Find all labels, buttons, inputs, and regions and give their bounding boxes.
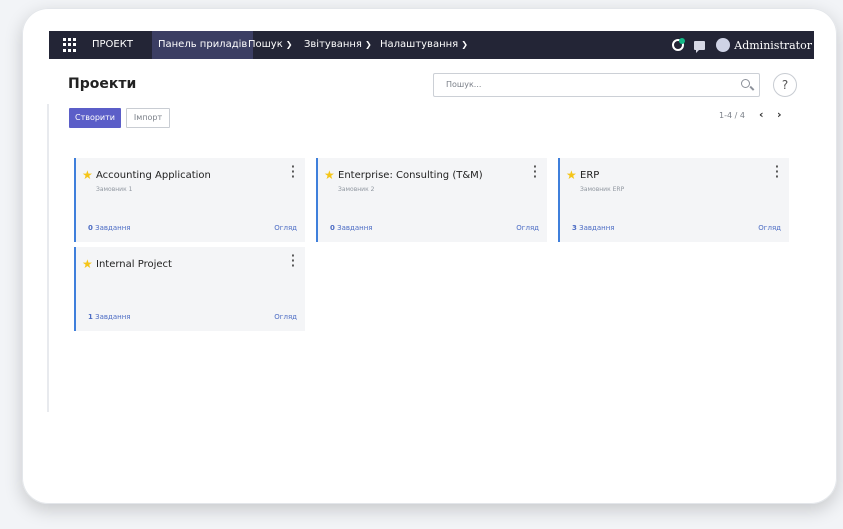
search-icon[interactable] [741,79,750,88]
nav-menu-search[interactable]: Пошук ❯ [248,39,292,50]
pager-value[interactable]: 1-4 / 4 [719,111,745,120]
project-name: Enterprise: Consulting (T&M) [338,170,483,181]
import-button[interactable]: Імпорт [126,108,170,128]
favorite-star-icon[interactable]: ★ [82,168,93,182]
favorite-star-icon[interactable]: ★ [82,257,93,271]
tasks-link[interactable]: 0 Завдання [88,224,131,232]
overview-link[interactable]: Огляд [274,224,297,232]
project-name: Accounting Application [96,170,211,181]
kebab-menu-icon[interactable]: · · · [533,161,537,182]
task-count: 0 [88,224,93,232]
task-label: Завдання [95,313,131,321]
search-placeholder: Пошук... [446,80,482,89]
project-name: Internal Project [96,259,172,270]
project-card[interactable]: ★ ERP Замовник ERP · · · 3 Завдання Огляд [558,158,789,242]
project-customer: Замовник ERP [580,186,625,193]
task-count: 0 [330,224,335,232]
messages-icon[interactable] [694,40,706,53]
project-name: ERP [580,170,600,181]
activity-clock-icon[interactable] [672,38,686,51]
nav-menu-label: Пошук [248,39,283,50]
project-card[interactable]: ★ Accounting Application Замовник 1 · · · … [74,158,305,242]
kebab-menu-icon[interactable]: · · · [291,250,295,271]
overview-link[interactable]: Огляд [516,224,539,232]
task-label: Завдання [579,224,615,232]
top-navbar: ПРОЕКТ Панель приладів Пошук ❯ Звітуванн… [49,31,814,59]
nav-menu-settings[interactable]: Налаштування ❯ [380,39,468,50]
page-title: Проекти [68,76,137,92]
project-customer: Замовник 1 [96,186,133,193]
task-count: 1 [88,313,93,321]
kebab-menu-icon[interactable]: · · · [291,161,295,182]
app-screen: ПРОЕКТ Панель приладів Пошук ❯ Звітуванн… [49,31,814,476]
nav-menu-label: Звітування [304,39,362,50]
app-brand[interactable]: ПРОЕКТ [92,39,133,50]
nav-menu-label: Налаштування [380,39,459,50]
kebab-menu-icon[interactable]: · · · [775,161,779,182]
navbar-right: Administrator [672,31,814,59]
project-customer: Замовник 2 [338,186,375,193]
chevron-down-icon: ❯ [364,40,372,49]
overview-link[interactable]: Огляд [274,313,297,321]
kanban-view: ★ Accounting Application Замовник 1 · · · … [49,135,814,476]
favorite-star-icon[interactable]: ★ [566,168,577,182]
create-button[interactable]: Створити [69,108,121,128]
overview-link[interactable]: Огляд [758,224,781,232]
task-count: 3 [572,224,577,232]
tasks-link[interactable]: 3 Завдання [572,224,615,232]
tasks-link[interactable]: 0 Завдання [330,224,373,232]
pager-next-button[interactable]: › [777,108,782,121]
favorite-star-icon[interactable]: ★ [324,168,335,182]
task-label: Завдання [95,224,131,232]
avatar[interactable] [716,38,731,52]
project-card[interactable]: ★ Enterprise: Consulting (T&M) Замовник … [316,158,547,242]
help-button[interactable]: ? [773,73,797,97]
chevron-down-icon: ❯ [285,40,293,49]
nav-menu-reporting[interactable]: Звітування ❯ [304,39,372,50]
apps-menu-icon[interactable] [63,38,77,52]
project-card[interactable]: ★ Internal Project · · · 1 Завдання Огляд [74,247,305,331]
tasks-link[interactable]: 1 Завдання [88,313,131,321]
task-label: Завдання [337,224,373,232]
nav-dashboard[interactable]: Панель приладів [152,31,254,59]
pager-prev-button[interactable]: ‹ [759,108,764,121]
user-menu[interactable]: Administrator [734,39,812,52]
search-input[interactable]: Пошук... [433,73,760,97]
chevron-down-icon: ❯ [461,40,468,49]
